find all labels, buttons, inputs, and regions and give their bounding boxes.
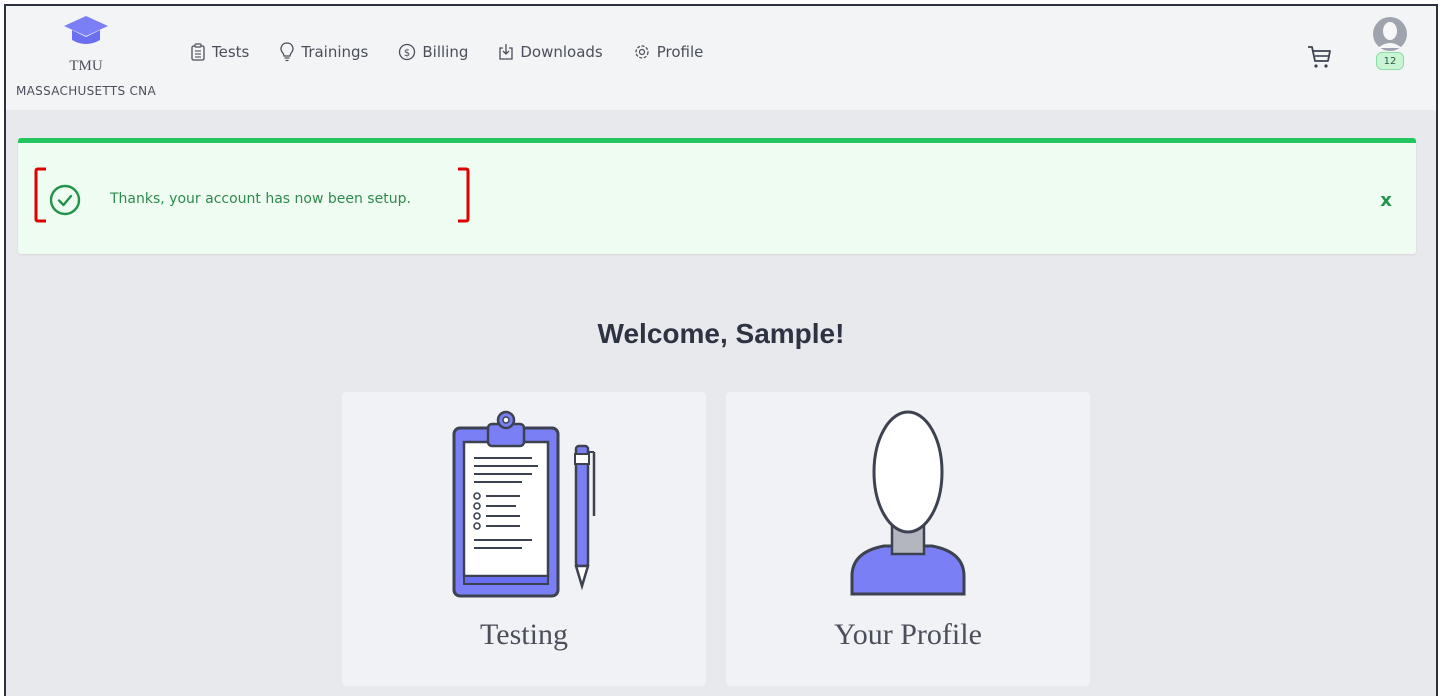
main-nav: Tests Trainings $ Billing Downloads Prof… [190,42,733,62]
nav-downloads[interactable]: Downloads [498,43,603,61]
notification-badge: 12 [1376,52,1404,70]
lightbulb-icon [280,42,295,62]
top-navbar: TMU MASSACHUSETTS CNA Tests Trainings $ … [6,6,1436,110]
nav-tests[interactable]: Tests [190,43,249,61]
cart-icon[interactable] [1306,44,1332,70]
profile-card-label: Your Profile [834,618,982,651]
nav-profile[interactable]: Profile [633,43,704,61]
nav-profile-label: Profile [656,43,704,61]
brand-subtitle: MASSACHUSETTS CNA [16,84,156,98]
nav-trainings[interactable]: Trainings [279,42,368,62]
nav-billing-label: Billing [422,43,469,61]
user-avatar[interactable]: 12 [1372,16,1408,70]
dollar-circle-icon: $ [399,43,416,61]
app-window: TMU MASSACHUSETTS CNA Tests Trainings $ … [4,4,1438,696]
download-icon [499,44,514,60]
nav-trainings-label: Trainings [301,43,369,61]
avatar-icon [1373,17,1407,51]
annotation-bracket-right [458,167,470,223]
success-alert: Thanks, your account has now been setup.… [18,138,1416,254]
clipboard-pen-illustration [452,410,596,598]
brand-logo[interactable]: TMU MASSACHUSETTS CNA [16,14,166,104]
person-illustration [850,410,966,596]
testing-card-label: Testing [480,618,568,651]
profile-card[interactable]: Your Profile [726,392,1090,686]
check-circle-icon [49,184,81,216]
testing-card[interactable]: Testing [342,392,706,686]
graduation-cap-icon [64,16,108,44]
clipboard-icon [191,43,205,61]
svg-text:$: $ [404,48,410,59]
nav-downloads-label: Downloads [520,43,603,61]
gear-icon [635,45,649,59]
annotation-bracket-left [34,167,46,223]
nav-tests-label: Tests [212,43,250,61]
brand-name: TMU [69,58,103,74]
alert-close-button[interactable]: x [1376,191,1396,211]
welcome-heading: Welcome, Sample! [597,318,845,349]
alert-message: Thanks, your account has now been setup. [110,191,411,207]
nav-billing[interactable]: $ Billing [398,43,468,61]
